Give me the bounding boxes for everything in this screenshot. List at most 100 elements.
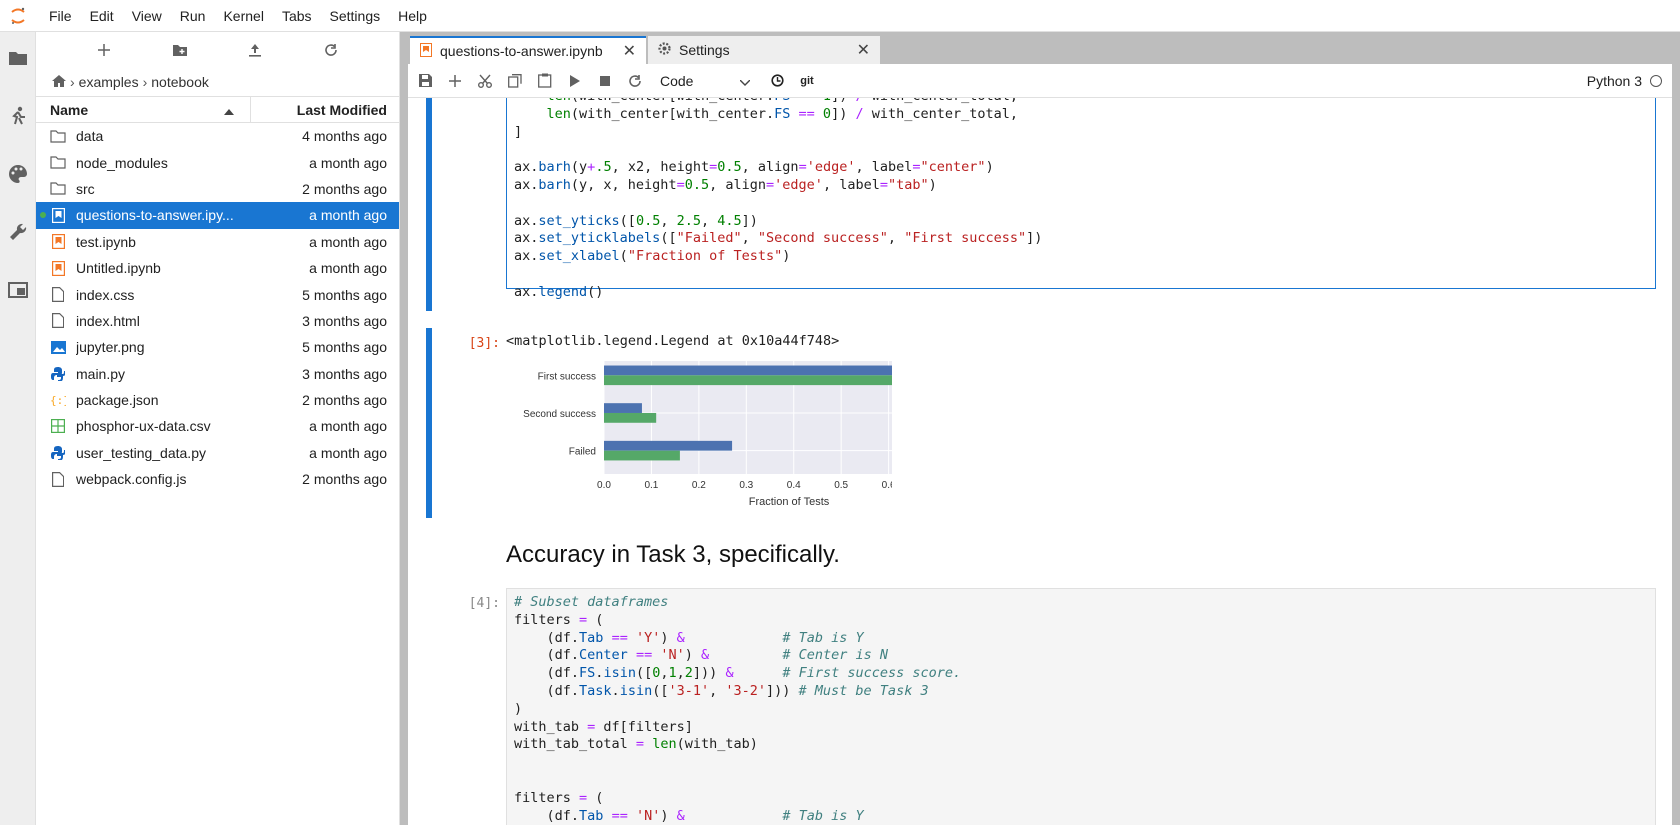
active-cell-indicator — [426, 328, 432, 518]
home-icon[interactable] — [52, 74, 66, 90]
file-icon — [50, 471, 66, 487]
file-modified: a month ago — [309, 260, 387, 277]
x-tick-label: 0.5 — [834, 480, 848, 491]
sort-ascending-icon — [224, 102, 234, 118]
y-tick-label: Failed — [569, 447, 596, 458]
file-row[interactable]: user_testing_data.py a month ago — [36, 440, 399, 466]
breadcrumb-separator: › — [70, 74, 75, 90]
file-row[interactable]: jupyter.png 5 months ago — [36, 334, 399, 360]
running-indicator — [40, 212, 46, 219]
refresh-button[interactable] — [317, 36, 345, 64]
menu-file[interactable]: File — [40, 0, 81, 32]
bar-chart: 0.00.10.20.30.40.50.60.7FailedSecond suc… — [523, 361, 892, 508]
file-row[interactable]: questions-to-answer.ipy... a month ago — [36, 202, 399, 229]
tab-bar: questions-to-answer.ipynb ✕ Settings ✕ — [400, 32, 1680, 64]
notebook-icon — [50, 207, 66, 223]
menu-settings[interactable]: Settings — [321, 0, 390, 32]
x-tick-label: 0.0 — [597, 480, 611, 491]
file-row[interactable]: {:} package.json 2 months ago — [36, 387, 399, 413]
x-tick-label: 0.2 — [692, 480, 706, 491]
run-icon[interactable] — [560, 67, 590, 95]
cell-type-select[interactable]: Code — [660, 73, 751, 89]
output-prompt: [3]: — [468, 336, 500, 351]
notebook-icon — [50, 234, 66, 250]
breadcrumb-examples[interactable]: examples — [79, 74, 139, 90]
menu-run[interactable]: Run — [171, 0, 215, 32]
notebook-icon — [50, 260, 66, 276]
clock-icon[interactable] — [762, 67, 792, 95]
kernel-status-icon — [1650, 74, 1662, 87]
menu-tabs[interactable]: Tabs — [273, 0, 321, 32]
file-modified: 3 months ago — [302, 312, 387, 329]
notebook-icon — [420, 42, 432, 60]
code-cell-4-source[interactable]: # Subset dataframes filters = ( (df.Tab … — [514, 594, 1664, 825]
code-cell-3-source[interactable]: len(with_center[with_center.FS == 1]) / … — [514, 98, 1664, 302]
tabs-icon[interactable] — [6, 278, 30, 302]
folder-icon[interactable] — [6, 46, 30, 70]
menu-edit[interactable]: Edit — [81, 0, 123, 32]
running-icon[interactable] — [6, 104, 30, 128]
menu-help[interactable]: Help — [389, 0, 436, 32]
notebook-panel: len(with_center[with_center.FS == 1]) / … — [408, 98, 1672, 825]
folder-icon — [50, 128, 66, 144]
breadcrumb-notebook[interactable]: notebook — [151, 74, 209, 90]
file-row[interactable]: index.css 5 months ago — [36, 281, 399, 307]
file-browser: › examples › notebook Name Last Modified… — [36, 32, 400, 825]
file-row[interactable]: node_modules a month ago — [36, 149, 399, 175]
file-browser-toolbar — [36, 32, 399, 68]
column-name[interactable]: Name — [36, 97, 251, 122]
file-row[interactable]: data 4 months ago — [36, 123, 399, 149]
tab-label: questions-to-answer.ipynb — [440, 43, 603, 59]
stop-icon[interactable] — [590, 67, 620, 95]
kernel-name[interactable]: Python 3 — [1587, 73, 1642, 89]
new-launcher-button[interactable] — [90, 36, 118, 64]
close-icon[interactable]: ✕ — [857, 40, 870, 60]
file-row[interactable]: main.py 3 months ago — [36, 361, 399, 387]
file-list-header: Name Last Modified — [36, 96, 399, 123]
bar-tab — [604, 450, 680, 461]
insert-cell-icon[interactable] — [440, 67, 470, 95]
x-tick-label: 0.1 — [644, 480, 658, 491]
file-icon — [50, 287, 66, 303]
input-prompt: [4]: — [468, 596, 500, 611]
markdown-heading: Accuracy in Task 3, specifically. — [506, 541, 840, 568]
copy-icon[interactable] — [500, 67, 530, 95]
jupyter-logo-icon — [0, 0, 36, 32]
main-area: questions-to-answer.ipynb ✕ Settings ✕ C… — [400, 32, 1680, 825]
x-tick-label: 0.6 — [882, 480, 892, 491]
file-name: node_modules — [76, 154, 168, 171]
file-row[interactable]: Untitled.ipynb a month ago — [36, 255, 399, 281]
file-modified: 2 months ago — [302, 392, 387, 409]
menu-bar: File Edit View Run Kernel Tabs Settings … — [0, 0, 1680, 32]
wrench-icon[interactable] — [6, 220, 30, 244]
menu-kernel[interactable]: Kernel — [214, 0, 272, 32]
git-button[interactable]: git — [792, 67, 822, 95]
tab-label: Settings — [679, 42, 730, 58]
close-icon[interactable]: ✕ — [623, 41, 636, 61]
column-last-modified[interactable]: Last Modified — [251, 102, 399, 118]
file-name: index.html — [76, 312, 140, 329]
palette-icon[interactable] — [6, 162, 30, 186]
breadcrumb: › examples › notebook — [36, 68, 399, 96]
tab-settings[interactable]: Settings ✕ — [648, 36, 880, 64]
restart-icon[interactable] — [620, 67, 650, 95]
menu-view[interactable]: View — [123, 0, 171, 32]
file-row[interactable]: webpack.config.js 2 months ago — [36, 466, 399, 492]
save-icon[interactable] — [410, 67, 440, 95]
paste-icon[interactable] — [530, 67, 560, 95]
new-folder-button[interactable] — [166, 36, 194, 64]
file-row[interactable]: index.html 3 months ago — [36, 308, 399, 334]
file-row[interactable]: src 2 months ago — [36, 176, 399, 202]
x-tick-label: 0.4 — [787, 480, 801, 491]
file-row[interactable]: test.ipynb a month ago — [36, 229, 399, 255]
file-modified: 4 months ago — [302, 128, 387, 145]
x-axis-label: Fraction of Tests — [749, 496, 830, 508]
tab-notebook[interactable]: questions-to-answer.ipynb ✕ — [410, 36, 646, 64]
file-row[interactable]: phosphor-ux-data.csv a month ago — [36, 413, 399, 439]
cut-icon[interactable] — [470, 67, 500, 95]
folder-icon — [50, 155, 66, 171]
file-modified: a month ago — [309, 154, 387, 171]
file-name: Untitled.ipynb — [76, 260, 161, 277]
python-icon — [50, 445, 66, 461]
upload-button[interactable] — [241, 36, 269, 64]
